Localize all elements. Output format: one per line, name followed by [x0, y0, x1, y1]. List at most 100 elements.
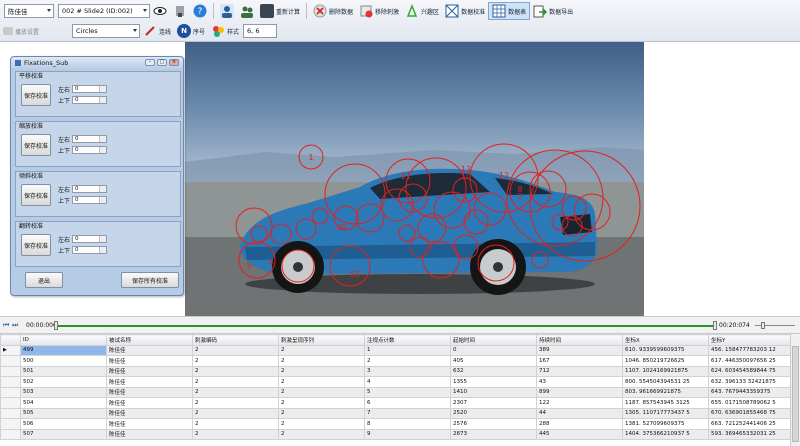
table-cell[interactable]: 9 — [364, 428, 451, 440]
table-cell[interactable]: 445 — [536, 428, 623, 440]
timeline-end-handle[interactable] — [713, 321, 717, 330]
step-back-icon[interactable]: ⏮ — [3, 321, 9, 330]
table-cell[interactable]: 2 — [278, 386, 365, 398]
save-calib-button[interactable]: 保存校准 — [21, 84, 51, 106]
table-cell[interactable]: 2 — [192, 376, 279, 388]
table-cell[interactable]: 288 — [536, 418, 623, 430]
vertical-scrollbar[interactable] — [790, 334, 800, 446]
table-cell[interactable]: 陈佳佳 — [106, 428, 193, 440]
table-cell[interactable]: 655. 0171508789062 5 — [708, 397, 795, 409]
table-cell[interactable]: 陈佳佳 — [106, 344, 193, 356]
style-value-input[interactable]: 6, 6 — [243, 24, 278, 38]
table-cell[interactable]: 陈佳佳 — [106, 407, 193, 419]
remove-stim-button[interactable]: 移除刺激 — [356, 2, 402, 20]
column-header[interactable]: 被试名称 — [106, 334, 193, 346]
table-cell[interactable]: 陈佳佳 — [106, 376, 193, 388]
table-cell[interactable]: 陈佳佳 — [106, 418, 193, 430]
table-cell[interactable]: 1404. 375366210937 5 — [622, 428, 709, 440]
table-row[interactable]: 505 陈佳佳 2 2 7 2520 44 1305. 110717773437 5 670. … — [0, 407, 795, 419]
table-cell[interactable]: 2 — [192, 428, 279, 440]
ud-spinner[interactable]: 0 — [72, 246, 107, 254]
table-cell[interactable]: 593. 369465332031 25 — [708, 428, 795, 440]
table-cell[interactable]: 2307 — [450, 397, 537, 409]
column-header[interactable]: 刺激编码 — [192, 334, 279, 346]
table-cell[interactable]: 2576 — [450, 418, 537, 430]
table-cell[interactable]: 506 — [20, 418, 107, 430]
recalc-button[interactable]: 重新计算 — [257, 2, 303, 20]
style-button[interactable]: 样式 — [208, 22, 242, 40]
table-cell[interactable]: 2 — [278, 344, 365, 356]
table-row[interactable]: 500 陈佳佳 2 2 2 405 167 1046. 850219726625 617. 44… — [0, 355, 795, 367]
table-cell[interactable]: 800. 554504394531 25 — [622, 376, 709, 388]
table-cell[interactable]: 7 — [364, 407, 451, 419]
row-indicator[interactable] — [0, 407, 21, 419]
table-cell[interactable]: 1 — [364, 344, 451, 356]
lr-spinner[interactable]: 0 — [72, 235, 107, 243]
shape-select[interactable]: Circles — [72, 24, 140, 38]
table-cell[interactable]: 505 — [20, 407, 107, 419]
column-header[interactable]: 坐标Y — [708, 334, 795, 346]
table-cell[interactable]: 2 — [192, 355, 279, 367]
playback-settings-button[interactable]: 播放设置 — [0, 22, 70, 40]
table-cell[interactable]: 5 — [364, 386, 451, 398]
ud-spinner[interactable]: 0 — [72, 196, 107, 204]
help-button[interactable]: ? — [190, 2, 210, 20]
data-calib-button[interactable]: 数据校准 — [442, 2, 488, 20]
table-cell[interactable]: 1187. 857543945 3125 — [622, 397, 709, 409]
table-cell[interactable]: 2 — [192, 344, 279, 356]
table-row[interactable]: 504 陈佳佳 2 2 6 2307 122 1187. 857543945 3125 655.… — [0, 397, 795, 409]
lr-spinner[interactable]: 0 — [72, 85, 107, 93]
table-cell[interactable]: 2 — [278, 365, 365, 377]
table-cell[interactable]: 456. 158477783203 12 — [708, 344, 795, 356]
table-cell[interactable]: 陈佳佳 — [106, 386, 193, 398]
table-cell[interactable]: 2 — [192, 407, 279, 419]
data-table-button[interactable]: 数据表 — [488, 2, 531, 20]
table-cell[interactable]: 617. 446350097656 25 — [708, 355, 795, 367]
delete-data-button[interactable]: 删除数据 — [310, 2, 356, 20]
table-cell[interactable]: 2 — [278, 407, 365, 419]
table-cell[interactable]: 陈佳佳 — [106, 397, 193, 409]
save-calib-button[interactable]: 保存校准 — [21, 234, 51, 256]
table-cell[interactable]: 507 — [20, 428, 107, 440]
save-calib-button[interactable]: 保存校准 — [21, 134, 51, 156]
table-cell[interactable]: 632 — [450, 365, 537, 377]
table-row[interactable]: 503 陈佳佳 2 2 5 1410 899 803. 961669921875 643. 76… — [0, 386, 795, 398]
slide-select[interactable]: 002 # Slide2 (ID:002) — [58, 4, 150, 18]
table-cell[interactable]: 803. 961669921875 — [622, 386, 709, 398]
table-cell[interactable]: 2 — [278, 418, 365, 430]
table-cell[interactable]: 712 — [536, 365, 623, 377]
table-cell[interactable]: 1305. 110717773437 5 — [622, 407, 709, 419]
subject-select[interactable]: 陈佳佳 — [4, 4, 54, 18]
table-cell[interactable]: 2 — [278, 355, 365, 367]
table-cell[interactable]: 2873 — [450, 428, 537, 440]
table-cell[interactable]: 500 — [20, 355, 107, 367]
table-cell[interactable]: 2 — [278, 397, 365, 409]
lr-spinner[interactable]: 0 — [72, 185, 107, 193]
table-cell[interactable]: 6 — [364, 397, 451, 409]
lr-spinner[interactable]: 0 — [72, 135, 107, 143]
row-indicator[interactable] — [0, 355, 21, 367]
save-all-button[interactable]: 保存所有校准 — [121, 272, 179, 288]
column-header[interactable]: 持续时间 — [536, 334, 623, 346]
table-cell[interactable]: 405 — [450, 355, 537, 367]
ud-spinner[interactable]: 0 — [72, 146, 107, 154]
row-indicator[interactable] — [0, 418, 21, 430]
maximize-button[interactable]: □ — [157, 59, 167, 66]
column-header[interactable]: 起始时间 — [450, 334, 537, 346]
column-header[interactable]: 注视点计数 — [364, 334, 451, 346]
zoom-handle[interactable] — [761, 322, 765, 329]
column-header[interactable]: 刺激呈现序列 — [278, 334, 365, 346]
column-header[interactable]: ID — [20, 334, 107, 346]
exit-button[interactable]: 退出 — [25, 272, 63, 288]
table-cell[interactable]: 632. 396133 32421875 — [708, 376, 795, 388]
table-cell[interactable]: 1046. 850219726625 — [622, 355, 709, 367]
ud-spinner[interactable]: 0 — [72, 96, 107, 104]
row-indicator[interactable] — [0, 397, 21, 409]
seq-button[interactable]: N 序号 — [174, 22, 208, 40]
row-indicator[interactable] — [0, 386, 21, 398]
table-cell[interactable]: 1107. 1024169921875 — [622, 365, 709, 377]
table-cell[interactable]: 陈佳佳 — [106, 365, 193, 377]
table-cell[interactable]: 2 — [192, 386, 279, 398]
brush-button[interactable] — [170, 2, 190, 20]
aoi-button[interactable]: 兴趣区 — [402, 2, 442, 20]
